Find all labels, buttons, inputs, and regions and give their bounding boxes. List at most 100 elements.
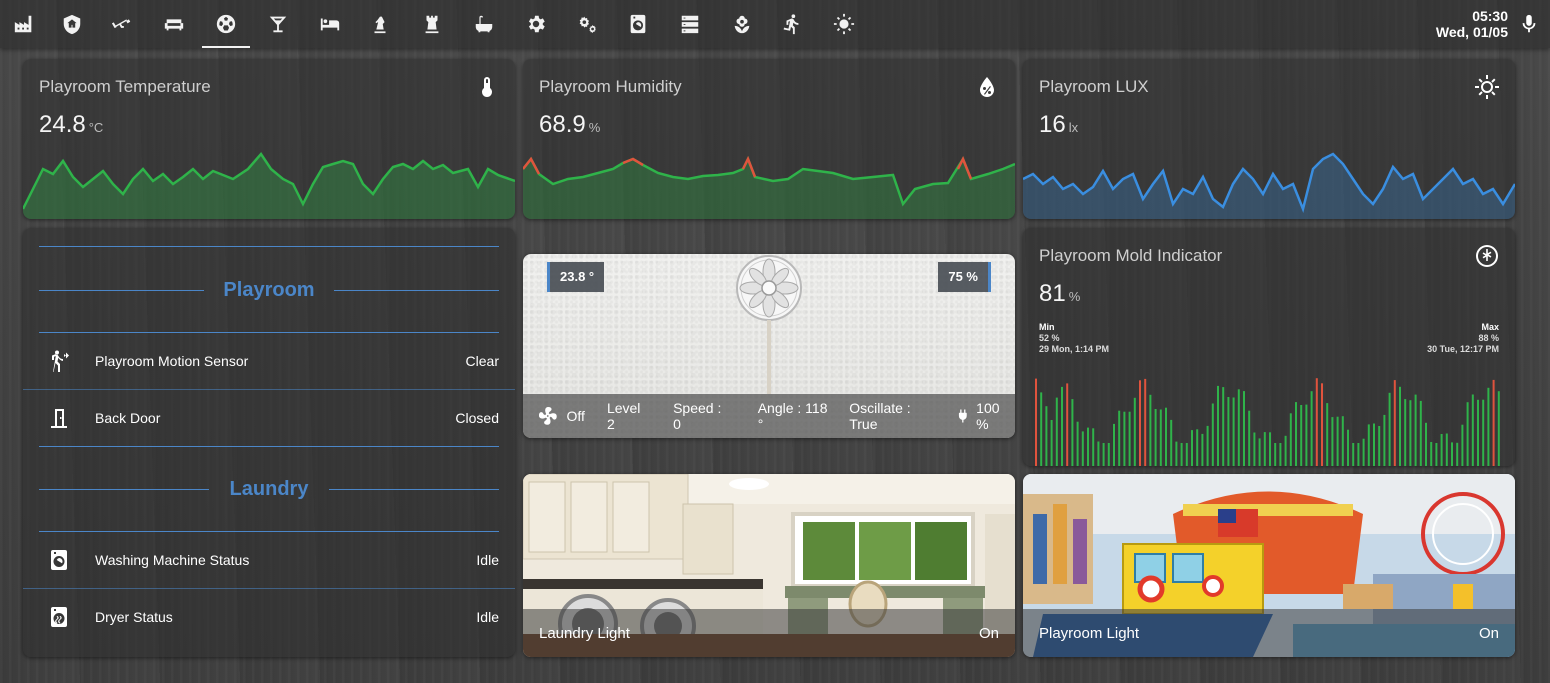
mold-history-bar xyxy=(1159,409,1162,466)
sensor-title: Playroom Humidity xyxy=(539,77,682,96)
sensor-unit: lx xyxy=(1068,120,1079,135)
sensor-title: Playroom LUX xyxy=(1039,77,1149,96)
mold-history-bar xyxy=(1102,443,1105,466)
mold-history-bar xyxy=(1050,420,1053,466)
mold-history-bars xyxy=(1035,378,1500,466)
mold-history-bar xyxy=(1071,399,1074,466)
tab-weather[interactable] xyxy=(820,0,868,48)
factory-icon xyxy=(14,15,32,33)
chess-knight-icon xyxy=(374,16,386,34)
fan-oscillate[interactable]: Oscillate : True xyxy=(849,400,940,432)
light-state[interactable]: On xyxy=(1479,625,1499,642)
entity-row-playroom-motion-sensor[interactable]: Playroom Motion Sensor Clear xyxy=(23,333,515,389)
fan-power-state[interactable]: Off xyxy=(567,408,585,424)
sensor-value: 81% xyxy=(1039,280,1080,308)
mold-history-bar xyxy=(1393,380,1396,466)
tab-laundry[interactable] xyxy=(614,0,662,48)
tab-system[interactable] xyxy=(564,0,612,48)
tab-server[interactable] xyxy=(666,0,714,48)
sensor-unit: % xyxy=(588,120,601,135)
fan-level[interactable]: Level 2 xyxy=(607,400,651,432)
mold-indicator-card[interactable]: Playroom Mold Indicator 81% Min 52 % 29 … xyxy=(1023,228,1515,466)
lux-sensor-card[interactable]: Playroom LUX 16 lx xyxy=(1023,59,1515,219)
playroom-light-card[interactable]: Playroom Light On xyxy=(1023,474,1515,657)
mold-history-bar xyxy=(1154,409,1157,466)
mold-history-bar xyxy=(1196,429,1199,466)
mold-history-bar xyxy=(1175,441,1178,466)
tab-living-room[interactable] xyxy=(150,0,198,48)
entity-row-washing-machine-status[interactable]: Washing Machine Status Idle xyxy=(23,532,515,588)
mold-history-bar xyxy=(1466,402,1469,466)
entity-row-back-door[interactable]: Back Door Closed xyxy=(23,390,515,446)
tab-cctv[interactable] xyxy=(98,0,146,48)
max-label: Max xyxy=(1481,322,1499,332)
mold-history-bar xyxy=(1456,442,1459,466)
temperature-history-graph xyxy=(23,151,515,219)
flower-icon xyxy=(734,15,750,34)
mold-history-bar xyxy=(1487,387,1490,466)
mold-history-bar xyxy=(1419,400,1422,466)
mold-history-bar xyxy=(1300,405,1303,466)
humidity-sensor-card[interactable]: Playroom Humidity 68.9% xyxy=(523,59,1015,219)
entity-state: Closed xyxy=(455,410,499,426)
mold-history-bar xyxy=(1289,413,1292,466)
light-state[interactable]: On xyxy=(979,625,999,642)
mold-history-bar xyxy=(1092,428,1095,466)
microphone-icon xyxy=(1522,14,1536,33)
gear-icon xyxy=(528,15,545,33)
tab-garden[interactable] xyxy=(718,0,766,48)
sensor-value-number: 16 xyxy=(1039,111,1066,138)
entity-row-dryer-status[interactable]: Dryer Status Idle xyxy=(23,589,515,645)
min-label: Min xyxy=(1039,322,1055,332)
mold-history-bar xyxy=(1284,435,1287,466)
tab-playroom[interactable] xyxy=(202,0,250,48)
tab-bedroom[interactable] xyxy=(306,0,354,48)
sensor-value: 16 lx xyxy=(1039,111,1078,139)
sensor-value: 24.8 °C xyxy=(39,111,103,139)
tab-motion[interactable] xyxy=(768,0,816,48)
fan-icon[interactable] xyxy=(537,405,559,427)
mold-history-bar xyxy=(1206,425,1209,466)
water-percent-icon xyxy=(975,75,999,99)
fan-angle[interactable]: Angle : 118 ° xyxy=(758,400,836,432)
mold-history-bar xyxy=(1165,407,1167,466)
tab-bathroom[interactable] xyxy=(460,0,508,48)
clock-time: 05:30 xyxy=(1472,8,1508,24)
voice-command-button[interactable] xyxy=(1518,12,1540,36)
mold-history-bar xyxy=(1367,424,1370,466)
tab-factory[interactable] xyxy=(0,0,48,48)
mold-history-bar xyxy=(1310,391,1313,466)
mold-history-bar xyxy=(1461,424,1464,466)
mold-history-bar xyxy=(1217,385,1219,466)
mold-history-bar xyxy=(1237,389,1240,466)
fan-card[interactable]: 23.8 ° 75 % Off Level 2 Speed : 0 Angle … xyxy=(523,254,1015,438)
laundry-light-card[interactable]: Laundry Light On xyxy=(523,474,1015,657)
mold-history-bar xyxy=(1066,383,1069,466)
mold-history-bar xyxy=(1133,397,1136,466)
tab-bar[interactable] xyxy=(254,0,302,48)
tab-games-room[interactable] xyxy=(356,0,404,48)
mold-history-bar xyxy=(1227,397,1230,466)
temperature-sensor-card[interactable]: Playroom Temperature 24.8 °C xyxy=(23,59,515,219)
tab-castle[interactable] xyxy=(408,0,456,48)
motion-sensor-icon xyxy=(47,349,71,373)
sensor-value-number: 24.8 xyxy=(39,111,86,138)
mold-history-bar xyxy=(1279,443,1282,466)
door-icon xyxy=(47,406,71,430)
brightness-icon xyxy=(1475,75,1499,99)
mold-history-bar xyxy=(1321,383,1323,466)
tab-home-security[interactable] xyxy=(48,0,96,48)
lux-history-graph xyxy=(1023,152,1515,219)
mold-history-bar xyxy=(1269,432,1271,466)
entity-state: Idle xyxy=(476,609,499,625)
mold-history-bar xyxy=(1399,386,1401,466)
mold-history-bar xyxy=(1477,399,1479,466)
mold-history-bar xyxy=(1315,378,1318,466)
mold-history-bar xyxy=(1144,378,1147,466)
mold-history-bar xyxy=(1061,386,1063,466)
mold-history-bar xyxy=(1357,443,1360,466)
mold-history-bar xyxy=(1253,432,1256,466)
tab-settings[interactable] xyxy=(512,0,560,48)
mold-history-bar xyxy=(1435,443,1438,466)
entity-name: Back Door xyxy=(95,410,161,426)
